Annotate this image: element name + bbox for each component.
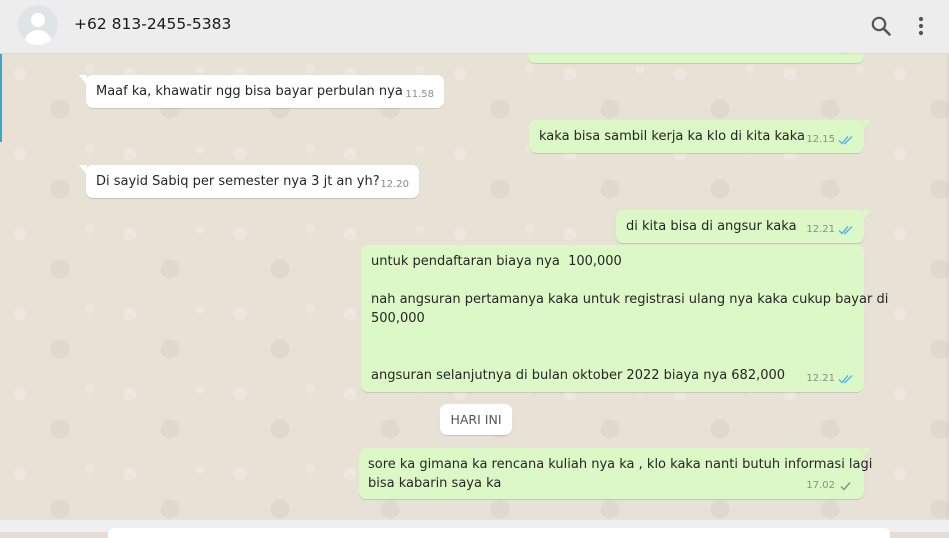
message-meta: 17.02 (806, 476, 854, 495)
message-text: Maaf ka, khawatir ngg bisa bayar perbula… (96, 84, 403, 99)
message-bubble-incoming[interactable]: Di sayid Sabiq per semester nya 3 jt an … (79, 165, 419, 198)
message-text: Di sayid Sabiq per semester nya 3 jt an … (96, 174, 380, 189)
message-time: 12.20 (380, 179, 409, 190)
message-text: di kita bisa di angsur kaka (626, 219, 797, 234)
message-bubble-outgoing[interactable]: kaka bisa sambil kerja ka klo di kita ka… (529, 120, 871, 153)
bubble-tail (79, 165, 87, 175)
more-vertical-icon[interactable] (909, 14, 933, 38)
message-time: 12.21 (806, 373, 835, 384)
message-bubble-outgoing[interactable]: sore ka gimana ka rencana kuliah nya ka … (359, 448, 872, 499)
message-meta: 12.21 (806, 369, 854, 388)
search-icon[interactable] (869, 14, 893, 38)
read-receipt-icon (838, 225, 853, 235)
message-meta: 12.20 (380, 175, 409, 194)
message-meta: 12.15 (806, 130, 854, 149)
message-meta: 12.21 (806, 220, 854, 239)
message-text: untuk pendaftaran biaya nya 100,000 nah … (371, 254, 889, 383)
contact-name[interactable]: +62 813-2455-5383 (74, 15, 231, 33)
date-separator: HARI INI (440, 404, 512, 435)
message-bubble-outgoing[interactable]: di kita bisa di angsur kaka 12.21 (616, 210, 871, 243)
message-text: kaka bisa sambil kerja ka klo di kita ka… (539, 129, 806, 144)
default-avatar-icon[interactable] (18, 5, 58, 45)
read-receipt-icon (838, 374, 853, 384)
chat-header-overlay: +62 813-2455-5383 (0, 0, 949, 54)
bubble-tail (863, 210, 871, 220)
message-text: sore ka gimana ka rencana kuliah nya ka … (368, 457, 873, 491)
message-time: 17.02 (806, 480, 835, 491)
message-bubble-incoming[interactable]: Maaf ka, khawatir ngg bisa bayar perbula… (79, 75, 444, 108)
message-bubble-outgoing[interactable]: untuk pendaftaran biaya nya 100,000 nah … (361, 245, 888, 392)
window-edge-accent (0, 54, 2, 142)
bubble-tail (79, 75, 87, 85)
message-meta: 11.58 (405, 85, 434, 104)
bubble-tail (863, 120, 871, 130)
read-receipt-icon (838, 135, 853, 145)
message-time: 12.15 (806, 134, 835, 145)
message-time: 11.58 (405, 89, 434, 100)
message-time: 12.21 (806, 224, 835, 235)
sent-check-icon (840, 481, 851, 491)
compose-bar (0, 520, 949, 538)
message-input[interactable] (108, 528, 890, 538)
